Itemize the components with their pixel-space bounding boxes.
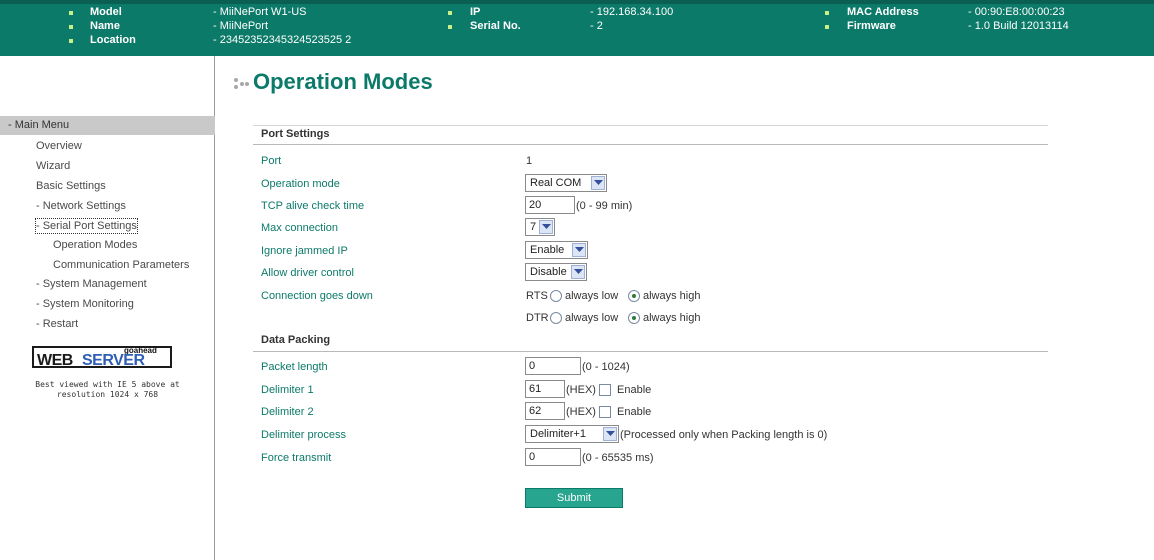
bullet-icon [825,11,829,15]
dtr-always-low-label: always low [565,312,619,324]
packet-length-input[interactable] [525,357,581,375]
logo-server-text: SERVER [82,352,145,369]
rts-always-low-label: always low [565,290,619,302]
rts-always-low-radio[interactable] [550,290,562,302]
connection-goes-down-label: Connection goes down [261,290,373,302]
port-value: 1 [526,155,533,167]
name-label: Name [90,20,120,32]
port-label: Port [261,155,282,167]
browser-note: Best viewed with IE 5 above at resolutio… [0,380,215,400]
delimiter-process-select[interactable]: Delimiter+1 [525,425,619,443]
rts-label: RTS [526,290,548,302]
force-transmit-label: Force transmit [261,452,332,464]
operation-mode-label: Operation mode [261,178,340,190]
model-label: Model [90,6,122,18]
sidebar-item-operation-modes[interactable]: Operation Modes [53,238,137,252]
serial-value: - 2 [590,20,603,32]
rts-always-high-label: always high [643,290,701,302]
mac-label: MAC Address [847,6,919,18]
ignore-jammed-ip-label: Ignore jammed IP [261,245,348,257]
serial-label: Serial No. [470,20,521,32]
sidebar-item-wizard[interactable]: Wizard [36,159,70,173]
allow-driver-control-select[interactable]: Disable [525,263,587,281]
sidebar-item-network-settings[interactable]: - Network Settings [36,199,126,213]
force-transmit-input[interactable] [525,448,581,466]
model-value: - MiiNePort W1-US [213,6,307,18]
title-dots-icon [234,78,250,92]
chevron-down-icon [539,220,553,234]
tcp-alive-label: TCP alive check time [261,200,365,212]
bullet-icon [69,11,73,15]
device-info-header: Model - MiiNePort W1-US IP - 192.168.34.… [0,0,1154,56]
delimiter-2-enable-label: Enable [617,406,652,418]
ignore-jammed-ip-selected: Enable [530,244,565,256]
delimiter-process-label: Delimiter process [261,429,346,441]
packet-length-label: Packet length [261,361,328,373]
main-menu-header[interactable]: - Main Menu [0,116,215,135]
delimiter-2-hex-label: (HEX) [566,406,596,418]
delimiter-2-label: Delimiter 2 [261,406,314,418]
tcp-alive-hint: (0 - 99 min) [576,200,633,212]
chevron-down-icon [603,427,617,441]
sidebar-item-system-monitoring[interactable]: - System Monitoring [36,297,134,311]
delimiter-1-enable-label: Enable [617,384,652,396]
force-transmit-hint: (0 - 65535 ms) [582,452,654,464]
max-connection-label: Max connection [261,222,339,234]
bullet-icon [69,25,73,29]
delimiter-process-selected: Delimiter+1 [530,428,586,440]
ip-label: IP [470,6,481,18]
page-title: Operation Modes [253,69,433,94]
bullet-icon [825,25,829,29]
dtr-always-high-radio[interactable] [628,312,640,324]
submit-button[interactable]: Submit [525,488,623,508]
webserver-logo: goahead WEB SERVER [32,346,172,369]
dtr-always-high-label: always high [643,312,701,324]
dtr-label: DTR [526,312,549,324]
delimiter-process-hint: (Processed only when Packing length is 0… [620,429,828,441]
allow-driver-control-label: Allow driver control [261,267,354,279]
chevron-down-icon [591,176,605,190]
bullet-icon [69,39,73,43]
operation-mode-select[interactable]: Real COM [525,174,607,192]
ip-value: - 192.168.34.100 [590,6,674,18]
sidebar-item-basic-settings[interactable]: Basic Settings [36,179,106,193]
logo-web-text: WEB [37,352,73,369]
delimiter-1-hex-label: (HEX) [566,384,596,396]
operation-mode-selected: Real COM [530,177,582,189]
bullet-icon [448,11,452,15]
location-label: Location [90,34,136,46]
browser-note-line-2: resolution 1024 x 768 [56,390,159,399]
chevron-down-icon [572,243,586,257]
sidebar-item-overview[interactable]: Overview [36,139,82,153]
browser-note-line-1: Best viewed with IE 5 above at [35,380,180,389]
max-connection-select[interactable]: 7 [525,218,555,236]
delimiter-1-label: Delimiter 1 [261,384,314,396]
delimiter-1-input[interactable] [525,380,565,398]
allow-driver-control-selected: Disable [530,266,567,278]
sidebar-item-system-management[interactable]: - System Management [36,277,147,291]
chevron-down-icon [571,265,585,279]
bullet-icon [448,25,452,29]
ignore-jammed-ip-select[interactable]: Enable [525,241,588,259]
location-value: - 23452352345324523525 2 [213,34,352,46]
firmware-value: - 1.0 Build 12013114 [968,20,1069,32]
name-value: - MiiNePort [213,20,269,32]
mac-value: - 00:90:E8:00:00:23 [968,6,1065,18]
sidebar: - Main Menu Overview Wizard Basic Settin… [0,56,215,560]
packet-length-hint: (0 - 1024) [582,361,630,373]
tcp-alive-input[interactable] [525,196,575,214]
data-packing-section-header: Data Packing [253,332,1048,352]
delimiter-2-input[interactable] [525,402,565,420]
rts-always-high-radio[interactable] [628,290,640,302]
delimiter-1-enable-checkbox[interactable] [599,384,611,396]
sidebar-item-restart[interactable]: - Restart [36,317,78,331]
port-settings-section-header: Port Settings [253,125,1048,145]
max-connection-selected: 7 [530,221,537,233]
firmware-label: Firmware [847,20,896,32]
delimiter-2-enable-checkbox[interactable] [599,406,611,418]
sidebar-item-serial-port-settings[interactable]: - Serial Port Settings [35,218,138,234]
dtr-always-low-radio[interactable] [550,312,562,324]
sidebar-item-communication-parameters[interactable]: Communication Parameters [53,258,189,272]
